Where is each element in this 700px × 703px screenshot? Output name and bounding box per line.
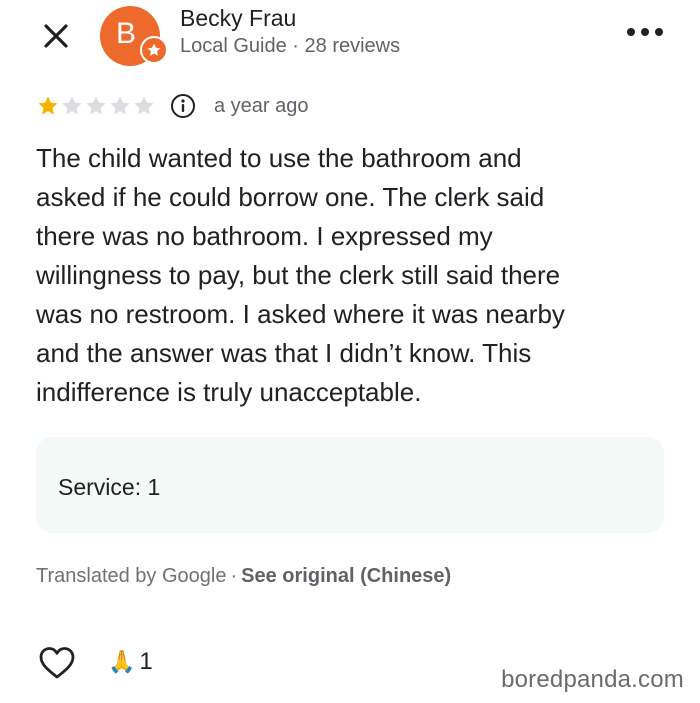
separator: ·: [230, 565, 238, 587]
info-icon[interactable]: [170, 93, 196, 119]
review-line: The child wanted to use the bathroom and: [36, 143, 522, 173]
close-icon: [44, 24, 68, 48]
reviewer-name[interactable]: Becky Frau: [180, 5, 296, 32]
reviewer-meta: Local Guide · 28 reviews: [180, 35, 401, 57]
review-line: there was no bathroom. I expressed my: [36, 221, 493, 251]
watermark: boredpanda.com: [501, 666, 684, 693]
reaction-count: 1: [139, 648, 153, 675]
service-rating: Service: 1: [58, 474, 161, 500]
star-filled-icon: [38, 96, 58, 115]
rating-row: a year ago: [36, 91, 309, 121]
more-options-button[interactable]: [622, 20, 668, 44]
review-line: indifference is truly unacceptable.: [36, 377, 422, 407]
avatar-initial: B: [115, 17, 136, 50]
review-line: was no restroom. I asked where it was ne…: [36, 299, 565, 329]
review-line: willingness to pay, but the clerk still …: [36, 260, 561, 290]
local-guide-star-icon: [140, 36, 168, 64]
avatar[interactable]: B: [100, 6, 168, 66]
more-horizontal-icon: [627, 28, 663, 36]
translation-note: Translated by Google · See original (Chine…: [36, 565, 451, 588]
close-button[interactable]: [38, 18, 74, 54]
review-text: The child wanted to use the bathroom and…: [36, 139, 676, 412]
review-line: and the answer was that I didn’t know. T…: [36, 338, 532, 368]
star-empty-icon: [86, 96, 106, 115]
heart-outline-icon: [39, 647, 75, 679]
service-rating-box: Service: 1: [36, 437, 664, 533]
star-empty-icon: [62, 96, 82, 115]
review-line: asked if he could borrow one. The clerk …: [36, 182, 545, 212]
star-rating: [36, 94, 156, 118]
reaction-chip[interactable]: 🙏 1: [108, 648, 153, 676]
star-empty-icon: [110, 96, 130, 115]
translated-label: Translated by Google: [36, 565, 227, 587]
review-time: a year ago: [214, 94, 309, 117]
see-original-link[interactable]: See original (Chinese): [241, 565, 451, 587]
star-empty-icon: [134, 96, 154, 115]
like-button[interactable]: [38, 645, 76, 681]
pray-emoji-icon: 🙏: [108, 649, 136, 674]
